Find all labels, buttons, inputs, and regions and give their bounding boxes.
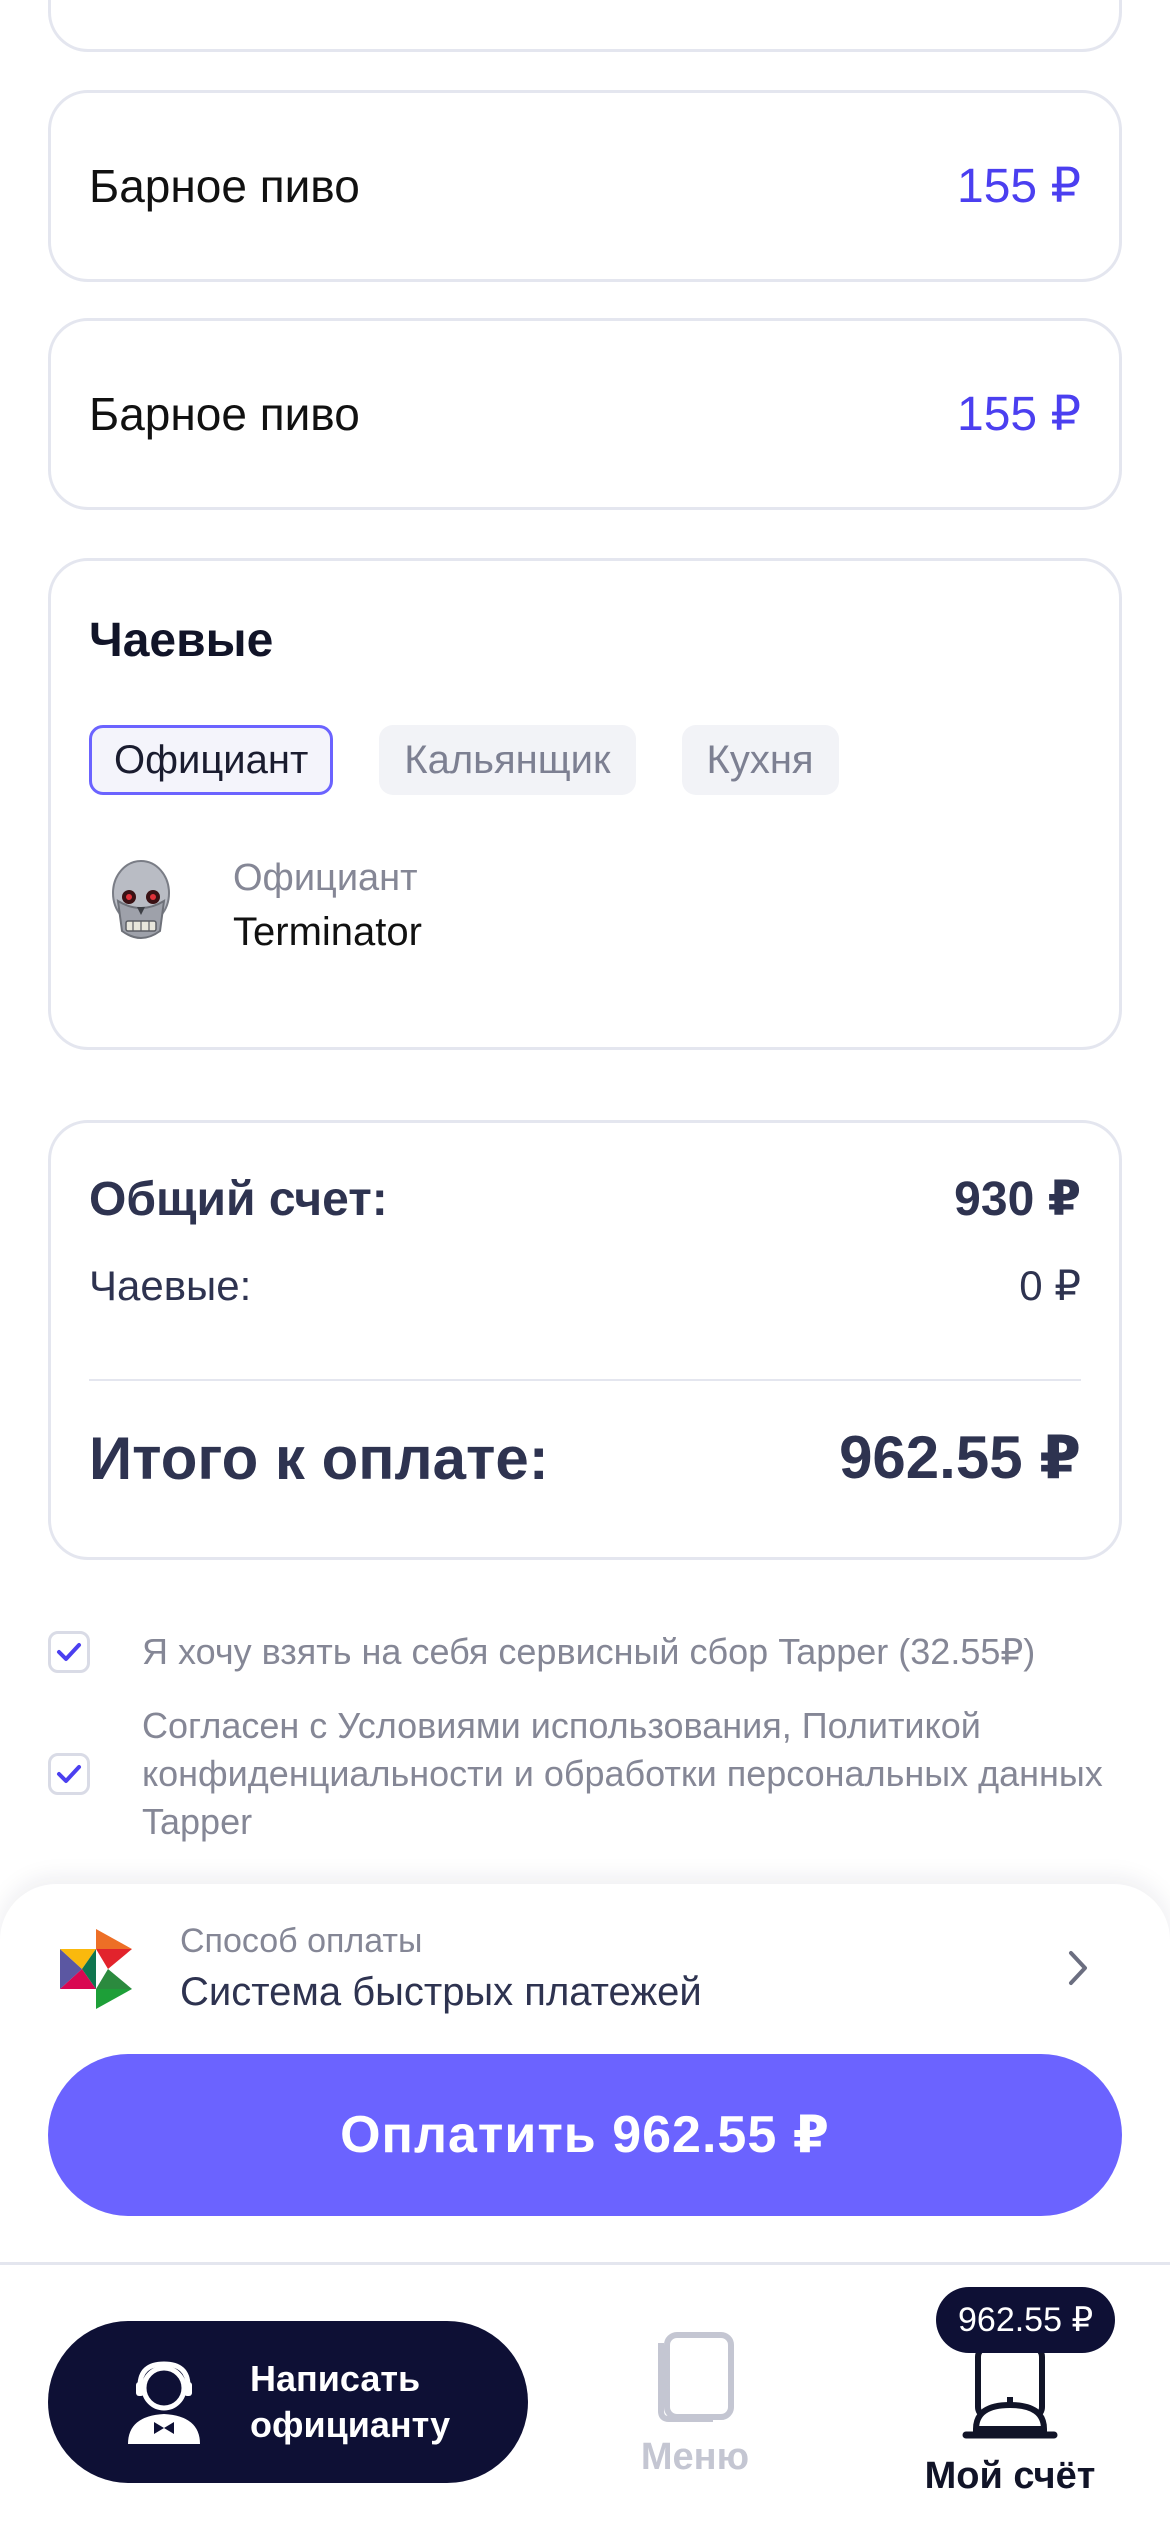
divider: [89, 1379, 1081, 1381]
tab-kitchen[interactable]: Кухня: [681, 725, 839, 795]
item-price: 155 ₽: [957, 160, 1081, 213]
tab-waiter[interactable]: Официант: [89, 725, 334, 795]
bill-tray-icon: [962, 2344, 1058, 2439]
tips-row: Чаевые: 0 ₽: [89, 1261, 1081, 1310]
staff-name: Terminator: [233, 910, 422, 954]
payment-method-selector[interactable]: Способ оплаты Система быстрых платежей: [56, 1914, 1114, 2024]
tips-title: Чаевые: [89, 614, 274, 667]
payment-method-value: Система быстрых платежей: [180, 1970, 702, 2014]
item-price: 155 ₽: [957, 388, 1081, 441]
order-item: Барное пиво 155 ₽: [48, 90, 1122, 282]
bill-label: Общий счет:: [89, 1172, 388, 1226]
item-name: Барное пиво: [89, 388, 360, 440]
totals-card: Общий счет: 930 ₽ Чаевые: 0 ₽ Итого к оп…: [48, 1120, 1122, 1560]
sbp-logo-icon: [60, 1929, 132, 2009]
chevron-right-icon: [1066, 1948, 1090, 1999]
order-item: Барное пиво 155 ₽: [48, 318, 1122, 510]
previous-item-card: [48, 0, 1122, 52]
check-icon: [57, 1765, 81, 1783]
call-waiter-button[interactable]: Написать официанту: [48, 2321, 528, 2483]
check-icon: [57, 1643, 81, 1661]
avatar: [89, 853, 193, 957]
menu-book-icon: [658, 2332, 734, 2422]
total-row: Итого к оплате: 962.55 ₽: [89, 1423, 1081, 1493]
waiter-icon: [128, 2361, 200, 2444]
tips-value: 0 ₽: [1019, 1262, 1081, 1309]
total-label: Итого к оплате:: [89, 1424, 549, 1492]
terms-checkbox[interactable]: [48, 1753, 90, 1795]
service-fee-checkbox[interactable]: [48, 1631, 90, 1673]
total-value: 962.55 ₽: [839, 1424, 1081, 1491]
nav-menu[interactable]: Меню: [620, 2329, 770, 2479]
service-fee-consent: Я хочу взять на себя сервисный сбор Tapp…: [48, 1628, 1035, 1676]
terms-consent: Согласен с Условиями использования, Поли…: [48, 1702, 1128, 1846]
tip-tabs: Официант Кальянщик Кухня: [89, 725, 839, 795]
tips-label: Чаевые:: [89, 1261, 252, 1309]
service-fee-label: Я хочу взять на себя сервисный сбор Tapp…: [142, 1631, 1036, 1672]
bottom-nav: Написать официанту Меню 962.55 ₽ Мой счё…: [0, 2262, 1170, 2532]
bill-row: Общий счет: 930 ₽: [89, 1171, 1081, 1227]
staff-role: Официант: [233, 857, 418, 899]
pay-button[interactable]: Оплатить 962.55 ₽: [48, 2054, 1122, 2216]
call-waiter-label: Написать официанту: [250, 2358, 451, 2445]
item-name: Барное пиво: [89, 160, 360, 212]
nav-my-bill-label: Мой счёт: [924, 2455, 1096, 2497]
terms-label: Согласен с Условиями использования, Поли…: [142, 1705, 1103, 1842]
payment-panel: Способ оплаты Система быстрых платежей О…: [0, 1884, 1170, 2264]
bill-total-badge: 962.55 ₽: [936, 2287, 1116, 2353]
staff-member[interactable]: Официант Terminator: [89, 851, 422, 959]
payment-method-label: Способ оплаты: [180, 1922, 423, 1960]
bill-value: 930 ₽: [954, 1173, 1081, 1226]
tips-card: Чаевые Официант Кальянщик Кухня Официант: [48, 558, 1122, 1050]
nav-menu-label: Меню: [640, 2436, 750, 2478]
tab-hookah[interactable]: Кальянщик: [379, 725, 636, 795]
